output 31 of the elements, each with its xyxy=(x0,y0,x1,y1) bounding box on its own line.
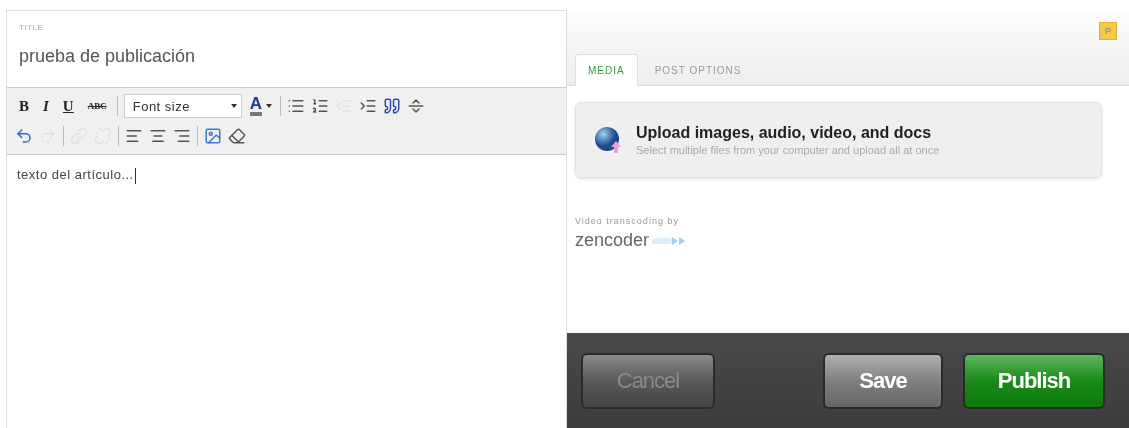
transcoding-label: Video transcoding by xyxy=(575,216,680,226)
image-icon[interactable] xyxy=(204,127,222,145)
caret-icon xyxy=(230,104,237,108)
article-body-field[interactable]: texto del artículo... xyxy=(7,155,566,428)
indent-icon[interactable] xyxy=(359,97,377,115)
globe-icon xyxy=(594,125,622,155)
upload-title: Upload images, audio, video, and docs xyxy=(636,124,933,142)
horizontal-rule-icon[interactable] xyxy=(407,97,425,115)
brand-logo-text: zencoder xyxy=(575,230,650,251)
upload-button[interactable]: Upload images, audio, video, and docs Select multiple files from your computer and upload all at once xyxy=(575,102,1102,178)
eraser-icon[interactable] xyxy=(228,127,246,145)
numbered-list-icon[interactable] xyxy=(311,97,329,115)
bullet-list-icon[interactable] xyxy=(287,97,305,115)
undo-icon[interactable] xyxy=(15,127,33,145)
caret-icon xyxy=(266,104,272,108)
strike-button[interactable]: ABC xyxy=(83,101,111,111)
align-left-icon[interactable] xyxy=(125,127,143,145)
font-size-select[interactable]: Font size xyxy=(123,94,242,118)
tab[interactable]: MEDIA xyxy=(575,54,638,86)
font-color-button[interactable]: A xyxy=(247,96,274,116)
align-right-icon[interactable] xyxy=(173,127,191,145)
upload-subtitle: Select multiple files from your computer and upload all at once xyxy=(636,144,940,156)
save-button[interactable]: Save xyxy=(823,352,943,409)
title-label: TITLE xyxy=(19,23,45,32)
bold-button[interactable]: B xyxy=(15,97,33,115)
underline-button[interactable]: U xyxy=(58,97,78,115)
publish-button[interactable]: Publish xyxy=(963,352,1105,409)
title-field[interactable]: prueba de publicación xyxy=(19,46,566,67)
italic-button[interactable]: I xyxy=(39,97,53,115)
quote-icon[interactable] xyxy=(383,97,401,115)
align-center-icon[interactable] xyxy=(149,127,167,145)
